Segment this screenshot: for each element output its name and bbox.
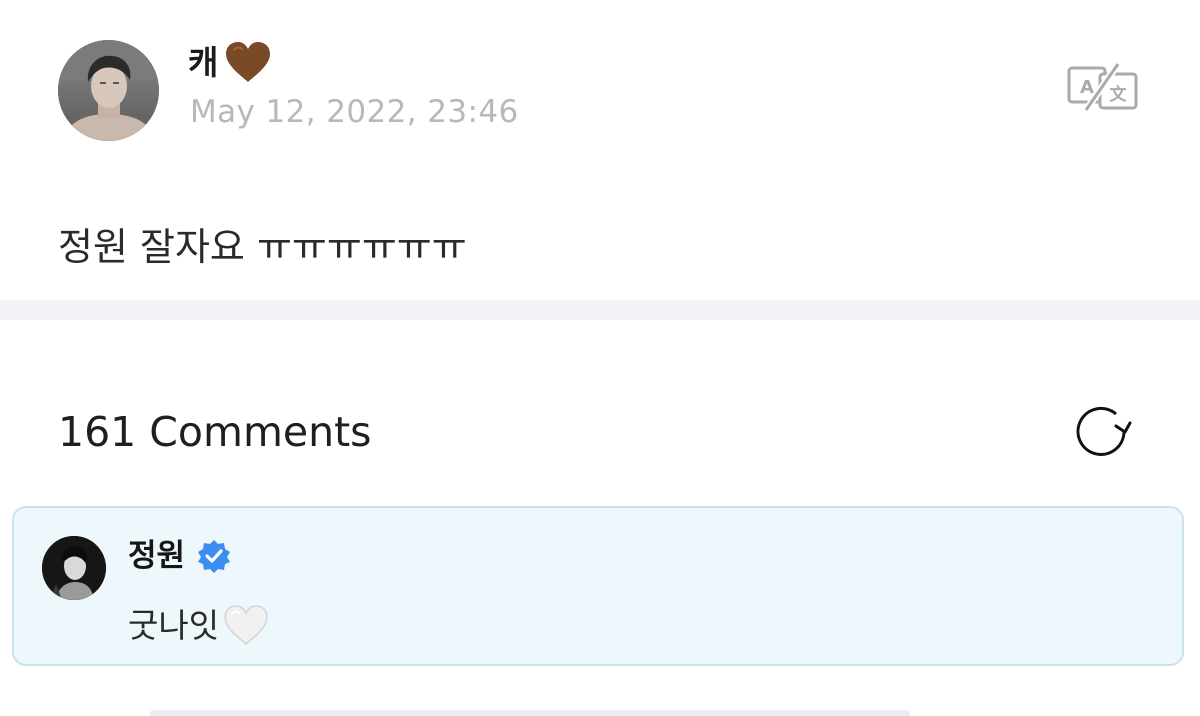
comment-text-row: 굿나잇 bbox=[128, 600, 269, 650]
refresh-icon bbox=[1076, 406, 1132, 456]
commenter-row: 정원 bbox=[128, 536, 231, 576]
white-heart-icon bbox=[223, 604, 269, 646]
svg-text:文: 文 bbox=[1110, 84, 1128, 105]
post-author-name[interactable]: 캐 bbox=[188, 46, 218, 79]
commenter-avatar[interactable] bbox=[42, 536, 106, 600]
section-divider bbox=[0, 300, 1200, 320]
post-body-text: 정원 잘자요 ㅠㅠㅠㅠㅠㅠ bbox=[58, 225, 467, 269]
refresh-button[interactable] bbox=[1072, 404, 1132, 460]
translate-button[interactable]: A 文 bbox=[1066, 60, 1140, 114]
comments-count: 161 Comments bbox=[58, 408, 372, 456]
post-timestamp: May 12, 2022, 23:46 bbox=[190, 94, 519, 130]
verified-badge-icon bbox=[197, 539, 231, 573]
post-author[interactable]: 캐 bbox=[188, 36, 272, 88]
post-author-avatar[interactable] bbox=[58, 40, 159, 141]
svg-text:A: A bbox=[1080, 77, 1094, 98]
highlighted-comment[interactable]: 정원 굿나잇 bbox=[12, 506, 1184, 666]
commenter-name[interactable]: 정원 bbox=[128, 540, 185, 572]
next-item-edge bbox=[150, 710, 910, 716]
post-page: 캐 May 12, 2022, 23:46 A 文 정원 잘자요 ㅠㅠㅠㅠㅠㅠ … bbox=[0, 0, 1200, 716]
translate-icon: A 文 bbox=[1067, 62, 1138, 112]
brown-heart-icon bbox=[224, 40, 272, 84]
comment-text: 굿나잇 bbox=[128, 605, 220, 645]
